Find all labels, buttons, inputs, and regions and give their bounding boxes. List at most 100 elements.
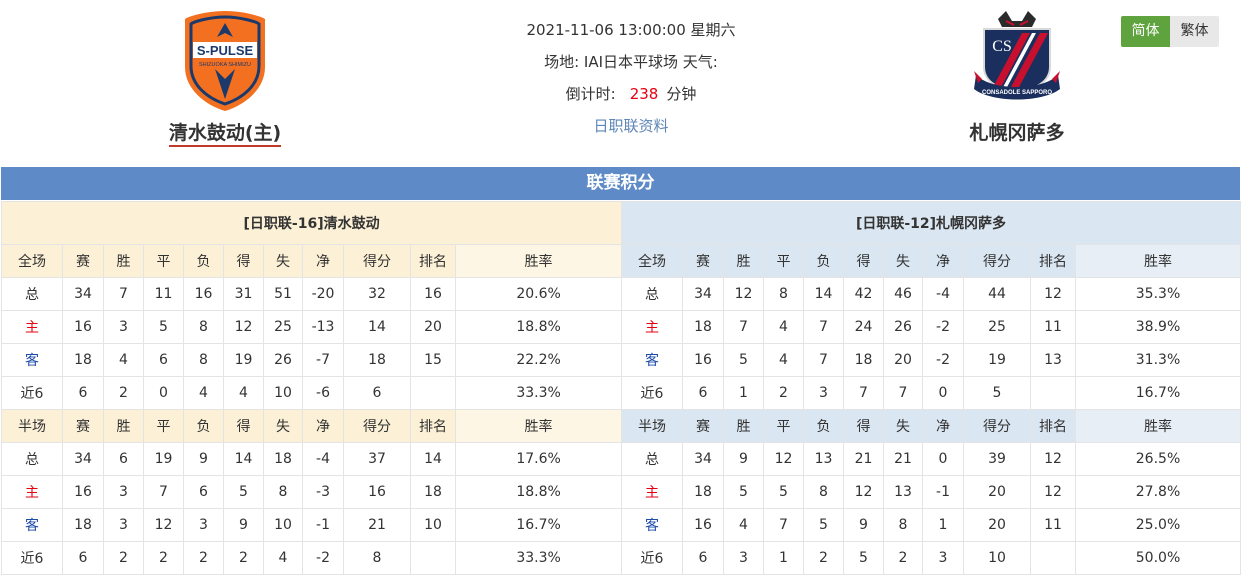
column-header: 胜	[723, 244, 764, 278]
column-header: 平	[143, 244, 184, 278]
column-header: 负	[183, 244, 224, 278]
away-team-name[interactable]: 札幌冈萨多	[910, 118, 1124, 145]
table-cell: 16	[62, 310, 104, 344]
table-cell: 33.3%	[454, 376, 623, 410]
traditional-chinese-button[interactable]: 繁体	[1170, 16, 1219, 47]
match-datetime: 2021-11-06 13:00:00 星期六	[526, 21, 736, 39]
table-cell: 16	[682, 343, 724, 377]
table-cell: 16	[682, 508, 724, 542]
table-cell: 3	[183, 508, 224, 542]
table-cell: 7	[763, 508, 804, 542]
home-logo-text: S-PULSE	[197, 43, 254, 58]
table-cell: 6	[183, 475, 224, 509]
table-cell: 7	[143, 475, 184, 509]
table-cell: 5	[843, 541, 884, 575]
table-cell: 22.2%	[454, 343, 623, 377]
table-cell: 34	[682, 277, 724, 311]
row-label: 总	[621, 442, 683, 476]
column-header: 失	[263, 409, 303, 443]
simplified-chinese-button[interactable]: 简体	[1121, 16, 1170, 47]
table-cell: 51	[263, 277, 303, 311]
table-cell: 18	[410, 475, 456, 509]
column-header: 得分	[963, 409, 1031, 443]
table-cell: 5	[763, 475, 804, 509]
table-cell: -6	[302, 376, 344, 410]
column-header: 失	[263, 244, 303, 278]
column-header: 排名	[1030, 244, 1076, 278]
column-header: 胜率	[1074, 409, 1242, 443]
table-cell: 14	[343, 310, 411, 344]
column-header: 得分	[343, 244, 411, 278]
table-cell: 4	[723, 508, 764, 542]
countdown: 倒计时: 238 分钟	[460, 81, 802, 113]
table-cell: 10	[263, 508, 303, 542]
table-cell: 9	[843, 508, 884, 542]
table-cell: 14	[803, 277, 844, 311]
table-cell: 24	[843, 310, 884, 344]
table-cell: 2	[103, 541, 144, 575]
column-header-row: 全场赛胜平负得失净得分 排名 胜率	[1, 244, 623, 278]
row-label: 客	[1, 343, 63, 377]
column-header-row: 半场赛胜平负得失净得分 排名 胜率	[1, 409, 623, 443]
table-cell: 2	[143, 541, 184, 575]
period-label: 半场	[621, 409, 683, 443]
table-cell: 18	[62, 508, 104, 542]
match-venue: 场地: IAI日本平球场 天气:	[544, 53, 718, 71]
table-cell: 7	[723, 310, 764, 344]
column-header-row: 半场赛胜平负得失净得分 排名 胜率	[621, 409, 1242, 443]
column-header: 得	[223, 409, 264, 443]
home-table-title: [日职联-16]清水鼓动	[0, 201, 623, 245]
table-cell: 11	[1030, 508, 1076, 542]
row-label: 近6	[621, 541, 683, 575]
table-cell: 9	[723, 442, 764, 476]
table-cell: 2	[183, 541, 224, 575]
row-label: 主	[1, 310, 63, 344]
column-header: 赛	[62, 244, 104, 278]
table-cell: 8	[803, 475, 844, 509]
column-header: 排名	[410, 409, 456, 443]
league-info-link[interactable]: 日职联资料	[460, 115, 802, 137]
away-team-logo[interactable]: CS CONSADOLE SAPPORO	[972, 9, 1062, 113]
table-cell: 12	[1030, 277, 1076, 311]
table-row: 主 18 5 5 8 12 13 -1 20 12 27.8%	[621, 475, 1242, 509]
table-cell: 12	[1030, 442, 1076, 476]
table-cell: 34	[682, 442, 724, 476]
table-cell: 18	[682, 475, 724, 509]
table-cell: 20	[963, 475, 1031, 509]
table-cell: 18	[843, 343, 884, 377]
table-cell: 11	[1030, 310, 1076, 344]
table-cell: 1	[763, 541, 804, 575]
table-row: 客 16 4 7 5 9 8 1 20 11 25.0%	[621, 508, 1242, 542]
table-cell: 11	[143, 277, 184, 311]
table-cell: 16	[343, 475, 411, 509]
table-row: 客 18 3 12 3 9 10 -1 21 10 16.7%	[1, 508, 623, 542]
table-cell: 3	[103, 310, 144, 344]
table-cell: 3	[103, 475, 144, 509]
column-header: 赛	[682, 409, 724, 443]
table-cell: 34	[62, 442, 104, 476]
table-cell: 7	[103, 277, 144, 311]
column-header: 负	[803, 409, 844, 443]
table-cell: 0	[922, 442, 964, 476]
table-cell: 5	[223, 475, 264, 509]
table-row: 客 16 5 4 7 18 20 -2 19 13 31.3%	[621, 343, 1242, 377]
table-cell: 4	[763, 310, 804, 344]
table-cell	[410, 376, 456, 410]
table-cell: 4	[763, 343, 804, 377]
table-cell: 20	[883, 343, 923, 377]
home-team-name[interactable]: 清水鼓动(主)	[120, 118, 330, 147]
table-cell: 3	[723, 541, 764, 575]
home-team-logo[interactable]: S-PULSE SHIZUOKA SHIMIZU	[183, 9, 267, 113]
table-cell: 0	[922, 376, 964, 410]
table-cell	[1030, 541, 1076, 575]
table-row: 主 18 7 4 7 24 26 -2 25 11 38.9%	[621, 310, 1242, 344]
table-row: 总 34 9 12 13 21 21 0 39 12 26.5%	[621, 442, 1242, 476]
table-cell: 9	[183, 442, 224, 476]
table-cell: 16.7%	[1074, 376, 1242, 410]
table-cell: -20	[302, 277, 344, 311]
table-cell: 12	[143, 508, 184, 542]
row-label: 主	[621, 475, 683, 509]
table-cell: 18.8%	[454, 475, 623, 509]
table-cell: 2	[803, 541, 844, 575]
column-header: 胜率	[1074, 244, 1242, 278]
